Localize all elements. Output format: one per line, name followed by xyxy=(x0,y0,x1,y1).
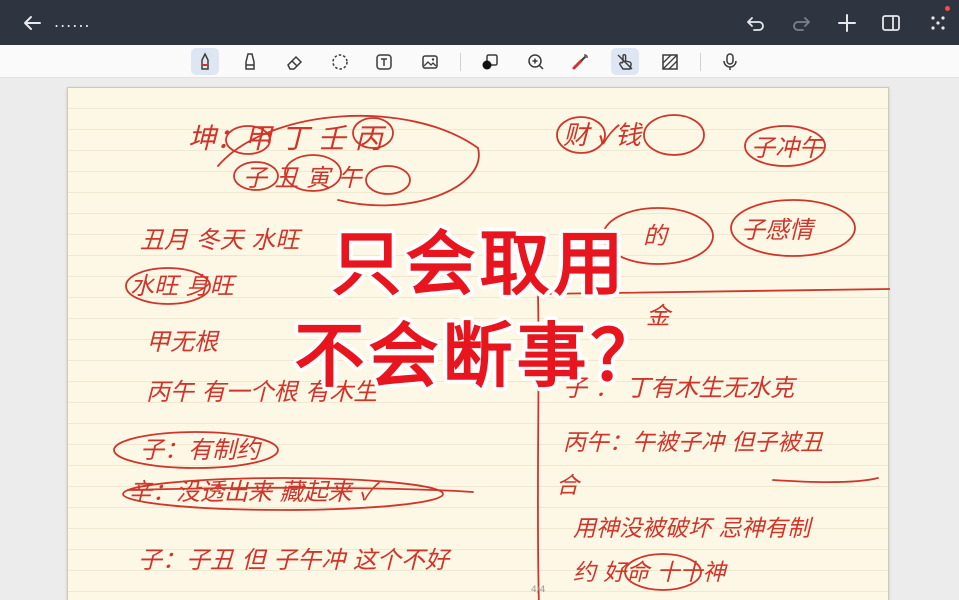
redo-icon[interactable] xyxy=(787,9,815,37)
back-arrow-icon[interactable] xyxy=(18,9,46,37)
handwriting-line: 坤：甲 丁 壬 丙 xyxy=(188,122,387,155)
handwriting-line: 辛：没透出来 藏起来 ✓ xyxy=(128,478,380,506)
image-tool-icon[interactable] xyxy=(416,48,444,75)
overlay-headline-line2: 不会断事？ xyxy=(294,315,665,397)
handwriting-line: 用神没被破坏 忌神有制 xyxy=(573,516,814,542)
overlay-headline-line1: 只会取用 xyxy=(331,223,628,305)
handwriting-line: 财 ✓钱 xyxy=(563,121,643,151)
more-dots-icon[interactable] xyxy=(924,9,952,37)
zoom-tool-icon[interactable] xyxy=(522,48,550,75)
shape-tool-icon[interactable] xyxy=(476,48,504,75)
pen-tool-icon[interactable] xyxy=(191,48,219,75)
toolbar-divider xyxy=(460,53,461,71)
handwriting-line: 子：有制约 xyxy=(140,436,263,464)
highlighter-tool-icon[interactable] xyxy=(236,48,264,75)
handwriting-line: 合 xyxy=(556,473,582,499)
handwriting-line: 子：子丑 但 子午冲 这个不好 xyxy=(138,546,452,574)
text-tool-icon[interactable] xyxy=(370,48,398,75)
eraser-tool-icon[interactable] xyxy=(281,48,309,75)
hand-touch-tool-icon[interactable] xyxy=(611,48,639,75)
laser-pointer-tool-icon[interactable] xyxy=(566,48,594,75)
undo-icon[interactable] xyxy=(742,9,770,37)
pattern-tool-icon[interactable] xyxy=(656,48,684,75)
toolbar-divider xyxy=(700,53,701,71)
handwriting-line: 子冲午 xyxy=(751,134,825,162)
notification-dot xyxy=(945,6,950,11)
top-app-bar: ...... xyxy=(0,0,959,45)
add-icon[interactable] xyxy=(833,9,861,37)
microphone-tool-icon[interactable] xyxy=(716,48,744,75)
handwriting-line: 子 丑 寅 午 xyxy=(243,164,364,192)
sidebar-toggle-icon[interactable] xyxy=(877,9,905,37)
document-title[interactable]: ...... xyxy=(54,12,91,31)
lasso-tool-icon[interactable] xyxy=(326,48,354,75)
drawing-toolbar xyxy=(0,45,959,78)
handwriting-line: 约 好命 十十神 xyxy=(573,560,729,586)
page-indicator: 4/4 xyxy=(531,585,546,595)
handwriting-line: 丙午：午被子冲 但子被丑 xyxy=(563,430,824,456)
